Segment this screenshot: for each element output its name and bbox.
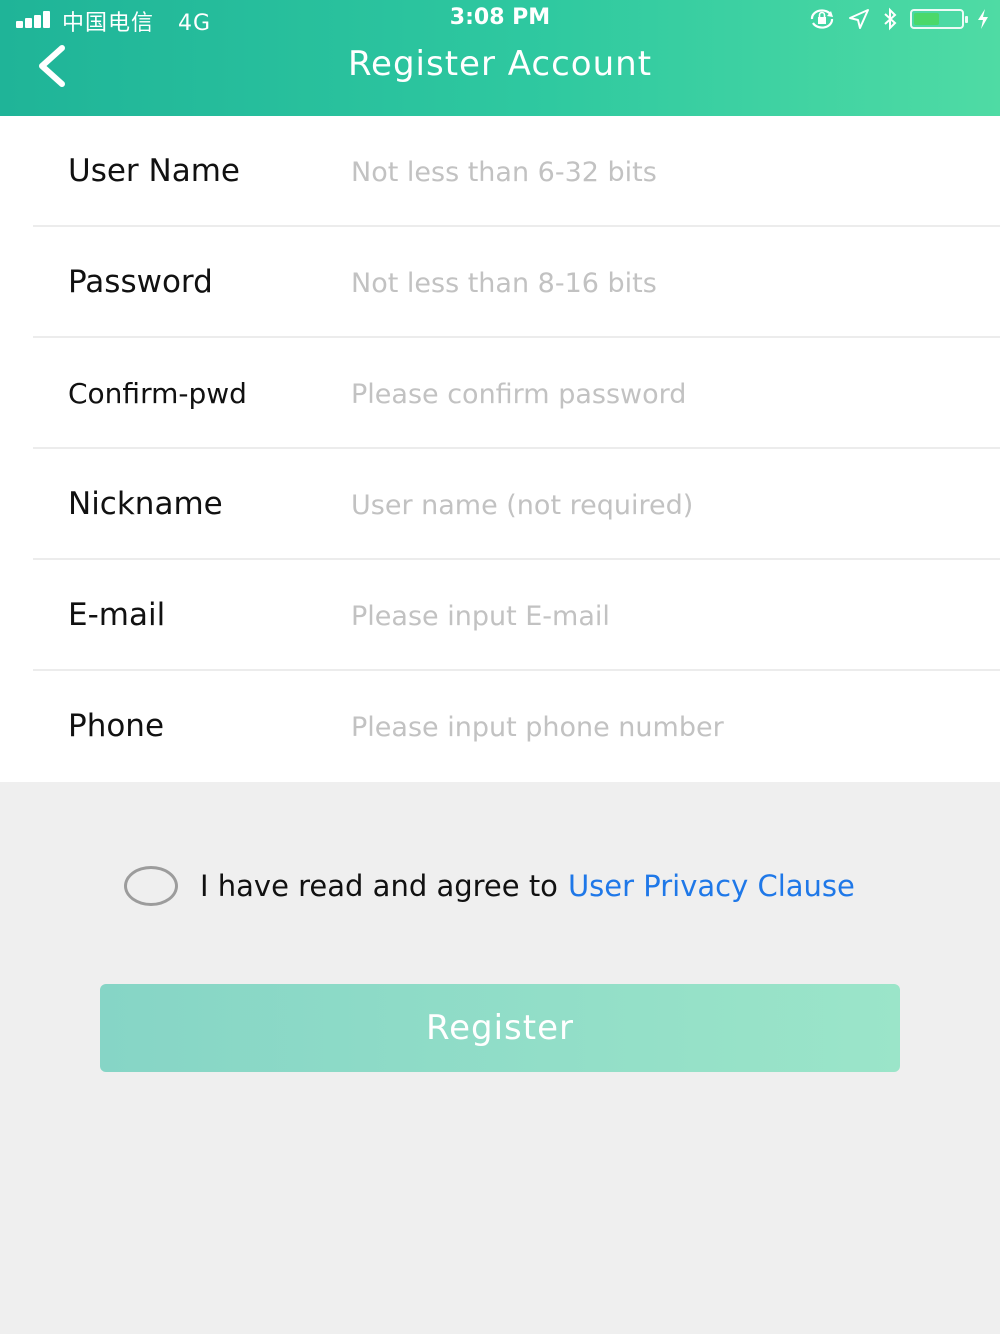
phone-input[interactable] [351, 699, 971, 755]
page-title: Register Account [347, 44, 653, 84]
charging-bolt-icon [978, 9, 988, 29]
phone-label: Phone [68, 708, 165, 744]
status-bar: 中国电信 4G 3:08 PM [0, 0, 1000, 38]
nickname-input[interactable] [351, 477, 971, 533]
agreement-row: I have read and agree to User Privacy Cl… [124, 862, 855, 910]
email-input[interactable] [351, 588, 971, 644]
username-label: User Name [68, 153, 240, 189]
password-label: Password [68, 264, 213, 300]
password-input[interactable] [351, 255, 971, 311]
form-row-username: User Name [33, 116, 1000, 227]
battery-fill [914, 13, 940, 25]
status-icons [808, 6, 990, 32]
username-input[interactable] [351, 144, 971, 200]
bluetooth-icon [884, 7, 897, 31]
agree-radio-button[interactable] [124, 866, 178, 906]
location-arrow-icon [849, 9, 869, 29]
confirm-password-input[interactable] [351, 366, 971, 422]
form-row-password: Password [33, 227, 1000, 338]
agreement-text: I have read and agree to [200, 869, 558, 903]
orientation-lock-icon [810, 9, 834, 29]
battery-nub [965, 16, 968, 23]
header: 中国电信 4G 3:08 PM Register Account [0, 0, 1000, 116]
nickname-label: Nickname [68, 486, 223, 522]
battery-icon [910, 9, 968, 29]
form-row-email: E-mail [33, 560, 1000, 671]
confirm-password-label: Confirm-pwd [68, 377, 247, 410]
registration-form: User Name Password Confirm-pwd Nickname … [0, 116, 1000, 782]
privacy-clause-link[interactable]: User Privacy Clause [568, 869, 855, 903]
form-row-nickname: Nickname [33, 449, 1000, 560]
register-button[interactable]: Register [100, 984, 900, 1072]
email-label: E-mail [68, 597, 166, 633]
form-row-confirm-password: Confirm-pwd [33, 338, 1000, 449]
form-row-phone: Phone [33, 671, 1000, 782]
